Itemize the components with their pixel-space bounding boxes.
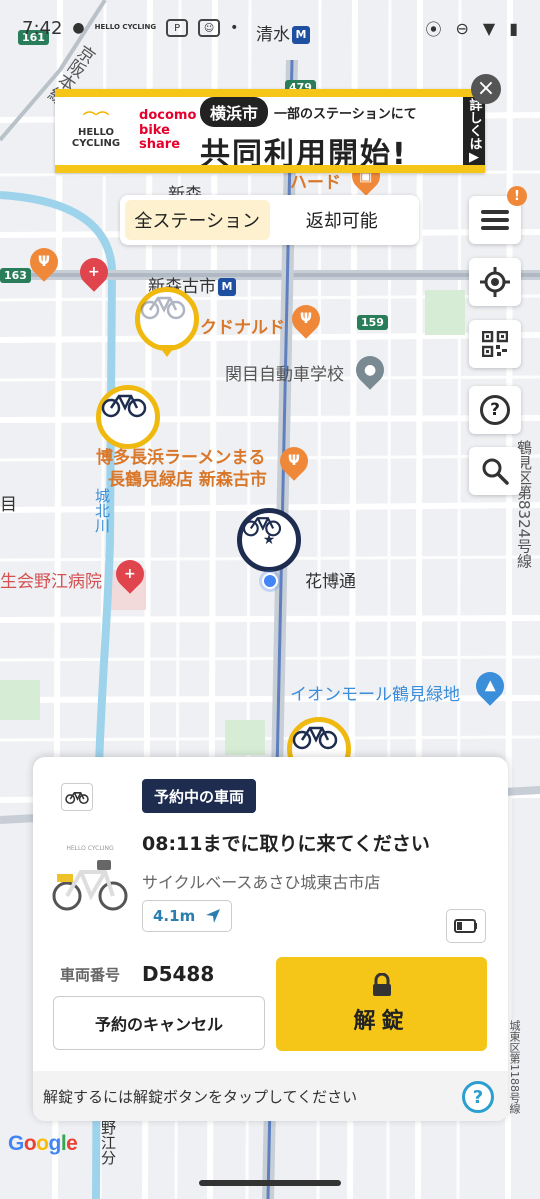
google-logo: Google xyxy=(8,1132,78,1156)
route-shield-159: 159 xyxy=(357,315,388,330)
bicycle-icon xyxy=(65,792,89,805)
dot-icon: ● xyxy=(72,20,85,36)
question-icon: ? xyxy=(480,395,510,425)
banner-copy: 横浜市 一部のステーションにて 共同利用開始! xyxy=(200,89,485,173)
docomo-bikeshare-logo: docomo bike share xyxy=(139,107,200,154)
unlock-hint-text: 解錠するには解錠ボタンをタップしてください xyxy=(43,1087,358,1106)
unlock-label: 解錠 xyxy=(353,1009,410,1034)
notification-badge: ! xyxy=(507,186,527,206)
qr-scan-button[interactable] xyxy=(469,320,521,368)
bike-station-marker[interactable] xyxy=(96,385,160,449)
metro-icon: M xyxy=(218,278,236,296)
google-letter: o xyxy=(23,1132,37,1155)
hello-cycling-logo: ⌒⌒ HELLO CYCLING xyxy=(61,111,131,150)
status-bar: 7:42 ● HELLO CYCLING P ☺ • ⦿ ⊖ ▼ ▮ xyxy=(0,0,540,56)
lock-icon xyxy=(372,973,391,996)
google-letter: g xyxy=(48,1132,62,1155)
map-label-sekime: 目 xyxy=(0,495,17,515)
map-label-hospital: 生会野江病院 xyxy=(0,572,102,592)
reserved-station-glyph: ★ xyxy=(242,517,282,547)
map-label-aeon: イオンモール鶴見緑地 xyxy=(290,685,460,705)
google-letter: G xyxy=(8,1132,24,1155)
banner-city: 横浜市 xyxy=(200,97,269,127)
distance-button[interactable]: 4.1m xyxy=(142,900,233,932)
bikeshare-text: bike share xyxy=(139,122,181,153)
hello-cycling-mark-icon: ⌒⌒ xyxy=(83,111,110,127)
vehicle-number: D5488 xyxy=(142,962,215,986)
unlock-button[interactable]: 解錠 xyxy=(276,957,487,1051)
bicycle-icon xyxy=(140,296,186,320)
route-shield-163: 163 xyxy=(0,268,31,283)
banner-detail-link[interactable]: 詳しくは▶ xyxy=(463,97,485,165)
map-label-driving-school: 関目自動車学校 xyxy=(225,365,344,385)
distance-value: 4.1m xyxy=(153,907,196,925)
station-filter-toggle[interactable]: 全ステーション 返却可能 xyxy=(120,195,419,245)
banner-stripe-top xyxy=(55,89,485,97)
banner-subline: 一部のステーションにて xyxy=(274,106,417,122)
bike-photo: HELLO CYCLING xyxy=(51,845,129,917)
docomo-text: docomo xyxy=(139,107,197,123)
google-letter: o xyxy=(36,1132,49,1155)
ad-banner[interactable]: ⌒⌒ HELLO CYCLING docomo bike share 横浜市 一… xyxy=(55,89,485,173)
dot-icon: • xyxy=(230,20,239,36)
map-label-ward-road-2: 城東区第1188号線 xyxy=(508,1020,521,1114)
map-label-noe: 野江分 xyxy=(99,1120,117,1165)
reservation-status-badge: 予約中の車両 xyxy=(142,779,257,813)
vehicle-type-chip xyxy=(61,783,93,811)
station-pin-tail xyxy=(158,345,176,357)
cancel-reservation-button[interactable]: 予約のキャンセル xyxy=(53,996,265,1050)
navigation-arrow-icon xyxy=(206,909,221,923)
banner-line1: 横浜市 一部のステーションにて xyxy=(200,97,485,127)
location-icon: ⦿ xyxy=(425,20,442,39)
banner-logos: ⌒⌒ HELLO CYCLING docomo bike share xyxy=(55,89,200,173)
filter-returnable[interactable]: 返却可能 xyxy=(270,200,415,240)
bike-photo-brand: HELLO CYCLING xyxy=(66,845,114,852)
hello-cycling-notification-icon: HELLO CYCLING xyxy=(94,23,157,32)
bicycle-icon xyxy=(242,517,282,537)
reservation-card: 予約中の車両 08:11までに取りに来てください HELLO CYCLING サ… xyxy=(33,757,508,1121)
google-letter: e xyxy=(66,1132,78,1155)
current-location-dot xyxy=(262,573,278,589)
unlock-hint-bar: 解錠するには解錠ボタンをタップしてください xyxy=(33,1071,508,1121)
search-icon xyxy=(482,458,509,485)
map-label-mcdonalds: クドナルド xyxy=(200,318,285,338)
hello-cycling-logo-text: HELLO CYCLING xyxy=(71,127,121,150)
filter-all-stations[interactable]: 全ステーション xyxy=(125,200,270,240)
map-label-shirokita: 城北川 xyxy=(93,488,111,533)
help-icon[interactable]: ? xyxy=(462,1081,494,1113)
station-name: サイクルベースあさひ城東古市店 xyxy=(142,873,381,892)
map-label-hanahaku: 花博通 xyxy=(305,572,356,592)
bike-station-marker[interactable] xyxy=(135,287,199,351)
map-label-ramen-2: 長鶴見緑店 新森古市 xyxy=(108,470,267,490)
status-system-icons: ⦿ ⊖ ▼ ▮ xyxy=(425,16,518,40)
my-location-button[interactable] xyxy=(469,258,521,306)
parking-icon: P xyxy=(166,19,189,37)
battery-indicator xyxy=(446,909,486,943)
app-notification-icon: ☺ xyxy=(198,19,221,37)
bicycle-icon xyxy=(292,726,338,750)
electric-bike-image xyxy=(52,860,128,911)
battery-level-icon xyxy=(454,919,477,933)
search-button[interactable] xyxy=(469,447,521,495)
reserved-station-marker[interactable]: ★ xyxy=(237,508,301,572)
status-time: 7:42 xyxy=(22,17,63,39)
battery-icon: ▮ xyxy=(509,18,518,38)
crosshair-icon xyxy=(480,267,510,297)
ad-close-button[interactable]: × xyxy=(471,74,501,104)
wifi-icon: ▼ xyxy=(482,18,496,38)
help-button[interactable]: ? xyxy=(469,386,521,434)
vehicle-number-label: 車両番号 xyxy=(60,966,121,984)
banner-stripe-bottom xyxy=(55,165,485,173)
qr-code-icon xyxy=(482,331,508,357)
menu-icon xyxy=(481,210,509,230)
status-notification-icons: ● HELLO CYCLING P ☺ • xyxy=(72,19,238,37)
menu-button[interactable]: ! xyxy=(469,186,527,244)
bicycle-icon xyxy=(101,394,147,418)
dnd-icon: ⊖ xyxy=(455,18,469,38)
pickup-deadline: 08:11までに取りに来てください xyxy=(142,833,430,855)
gesture-nav-handle[interactable] xyxy=(199,1180,341,1186)
